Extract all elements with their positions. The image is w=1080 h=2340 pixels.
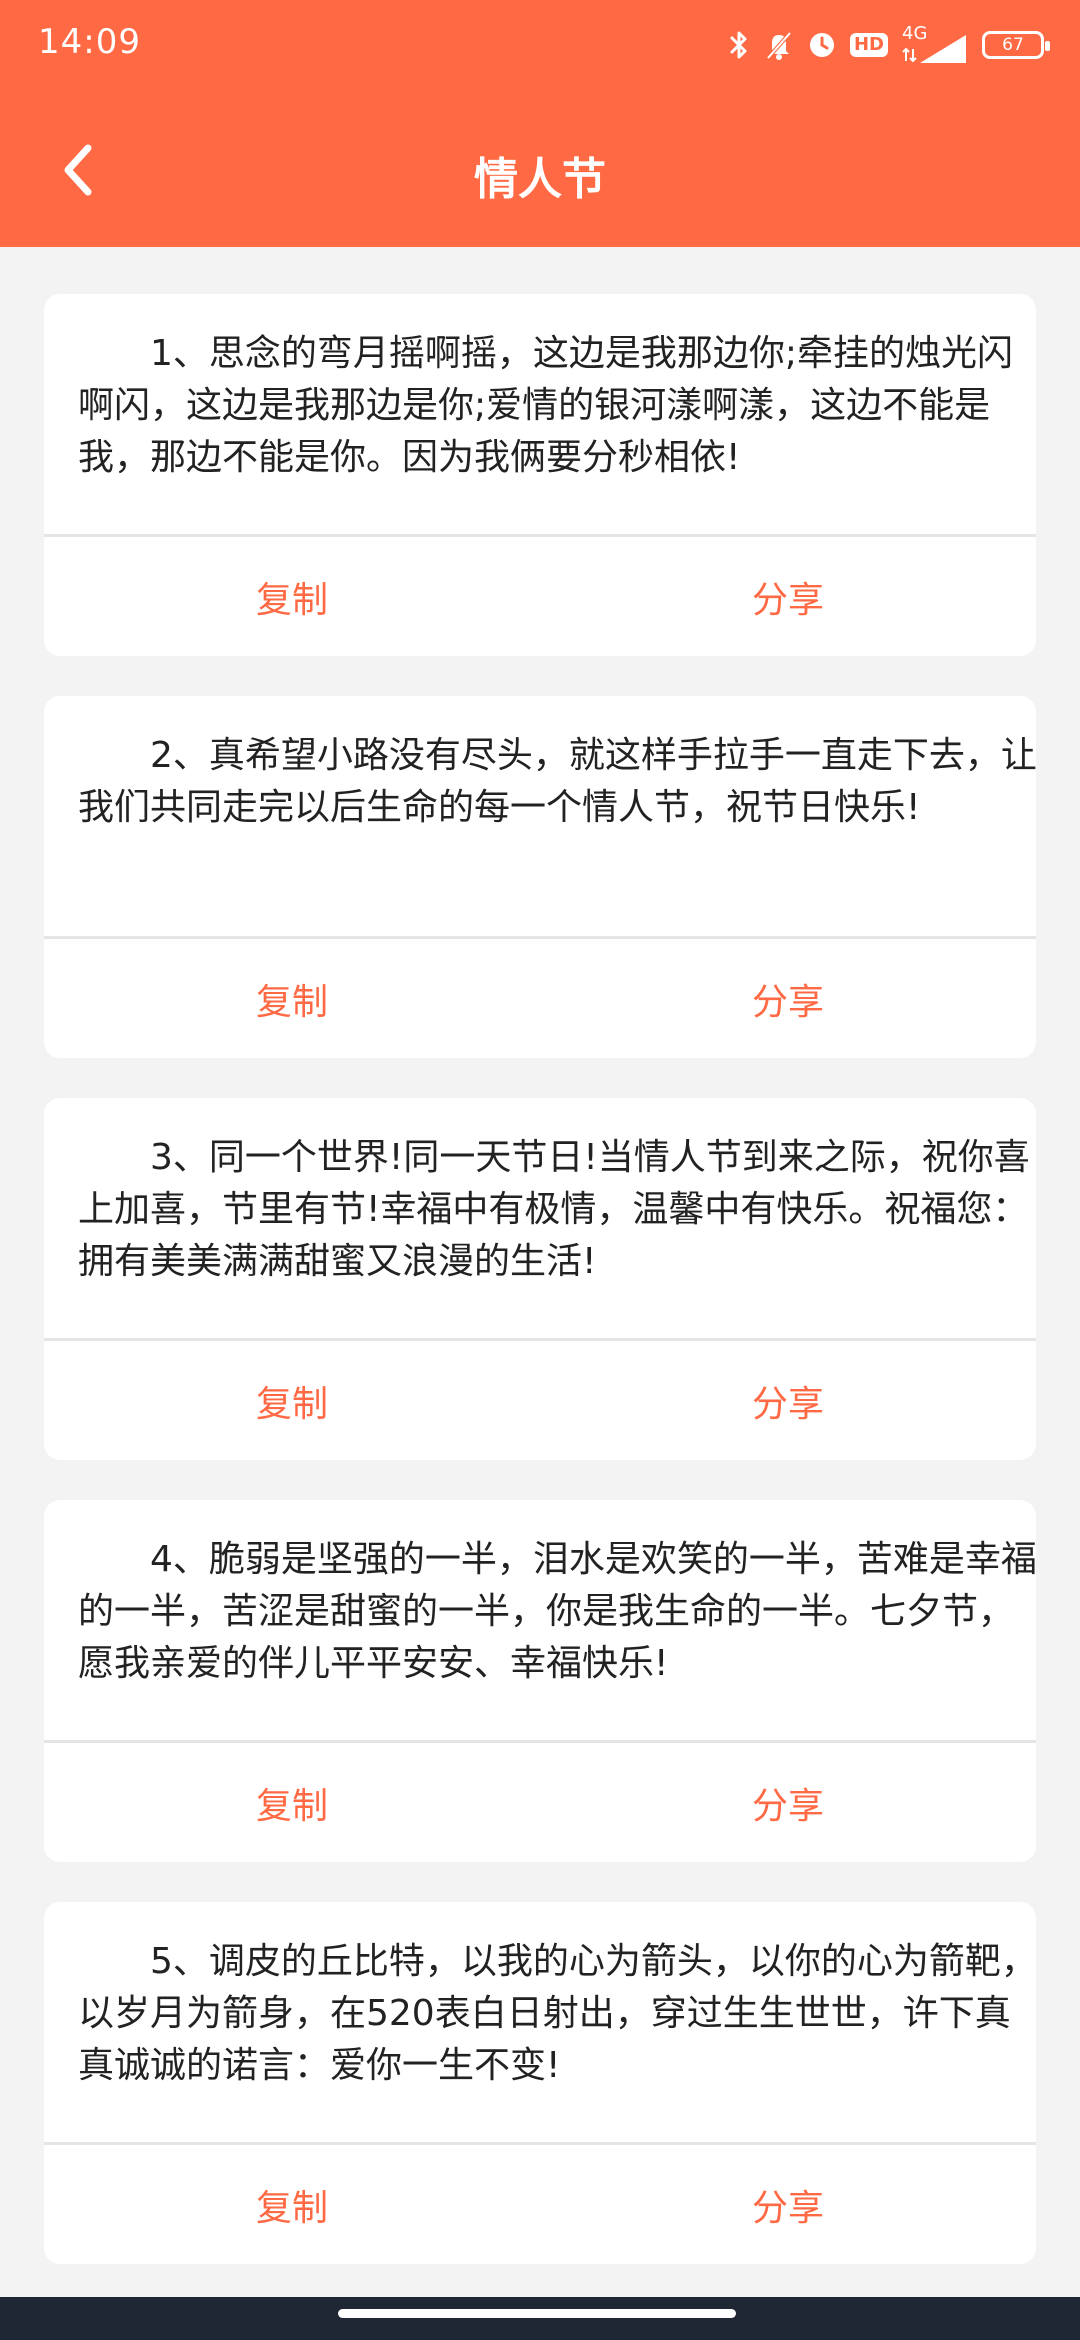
greeting-card: 3、同一个世界!同一天节日!当情人节到来之际，祝你喜上加喜，节里有节!幸福中有极… bbox=[44, 1098, 1036, 1460]
app-header: 14:09 HD 4G 67 情人节 bbox=[0, 0, 1080, 247]
copy-button[interactable]: 复制 bbox=[44, 939, 540, 1058]
card-actions: 复制 分享 bbox=[44, 1341, 1036, 1460]
greeting-card: 5、调皮的丘比特，以我的心为箭头，以你的心为箭靶，以岁月为箭身，在520表白日射… bbox=[44, 1902, 1036, 2264]
battery-icon: 67 bbox=[982, 31, 1050, 59]
status-bar: 14:09 HD 4G 67 bbox=[0, 0, 1080, 90]
home-indicator[interactable] bbox=[338, 2309, 736, 2318]
share-button[interactable]: 分享 bbox=[540, 2145, 1036, 2264]
card-actions: 复制 分享 bbox=[44, 2145, 1036, 2264]
copy-button[interactable]: 复制 bbox=[44, 537, 540, 656]
greeting-text: 5、调皮的丘比特，以我的心为箭头，以你的心为箭靶，以岁月为箭身，在520表白日射… bbox=[78, 1941, 1036, 2086]
status-time: 14:09 bbox=[38, 22, 141, 62]
copy-button[interactable]: 复制 bbox=[44, 1341, 540, 1460]
card-actions: 复制 分享 bbox=[44, 1743, 1036, 1862]
greeting-text: 4、脆弱是坚强的一半，泪水是欢笑的一半，苦难是幸福的一半，苦涩是甜蜜的一半，你是… bbox=[78, 1539, 1036, 1684]
4g-signal-icon: 4G bbox=[902, 25, 968, 65]
greeting-card: 1、思念的弯月摇啊摇，这边是我那边你;牵挂的烛光闪啊闪，这边是我那边是你;爱情的… bbox=[44, 294, 1036, 656]
greeting-card: 4、脆弱是坚强的一半，泪水是欢笑的一半，苦难是幸福的一半，苦涩是甜蜜的一半，你是… bbox=[44, 1500, 1036, 1862]
alarm-icon bbox=[808, 31, 836, 59]
system-nav-bar bbox=[0, 2297, 1080, 2340]
bluetooth-icon bbox=[728, 29, 750, 61]
greeting-list: 1、思念的弯月摇啊摇，这边是我那边你;牵挂的烛光闪啊闪，这边是我那边是你;爱情的… bbox=[44, 294, 1036, 2304]
share-button[interactable]: 分享 bbox=[540, 939, 1036, 1058]
greeting-text: 3、同一个世界!同一天节日!当情人节到来之际，祝你喜上加喜，节里有节!幸福中有极… bbox=[78, 1137, 1030, 1282]
greeting-text: 2、真希望小路没有尽头，就这样手拉手一直走下去，让我们共同走完以后生命的每一个情… bbox=[78, 735, 1036, 828]
status-icons: HD 4G 67 bbox=[728, 22, 1050, 68]
hd-icon: HD bbox=[849, 33, 888, 57]
card-actions: 复制 分享 bbox=[44, 939, 1036, 1058]
card-actions: 复制 分享 bbox=[44, 537, 1036, 656]
battery-level: 67 bbox=[1002, 35, 1024, 55]
share-button[interactable]: 分享 bbox=[540, 1743, 1036, 1862]
share-button[interactable]: 分享 bbox=[540, 1341, 1036, 1460]
copy-button[interactable]: 复制 bbox=[44, 1743, 540, 1862]
page-title: 情人节 bbox=[474, 154, 606, 205]
copy-button[interactable]: 复制 bbox=[44, 2145, 540, 2264]
share-button[interactable]: 分享 bbox=[540, 537, 1036, 656]
mute-icon bbox=[764, 29, 794, 61]
greeting-card: 2、真希望小路没有尽头，就这样手拉手一直走下去，让我们共同走完以后生命的每一个情… bbox=[44, 696, 1036, 1058]
greeting-text: 1、思念的弯月摇啊摇，这边是我那边你;牵挂的烛光闪啊闪，这边是我那边是你;爱情的… bbox=[78, 333, 1014, 478]
